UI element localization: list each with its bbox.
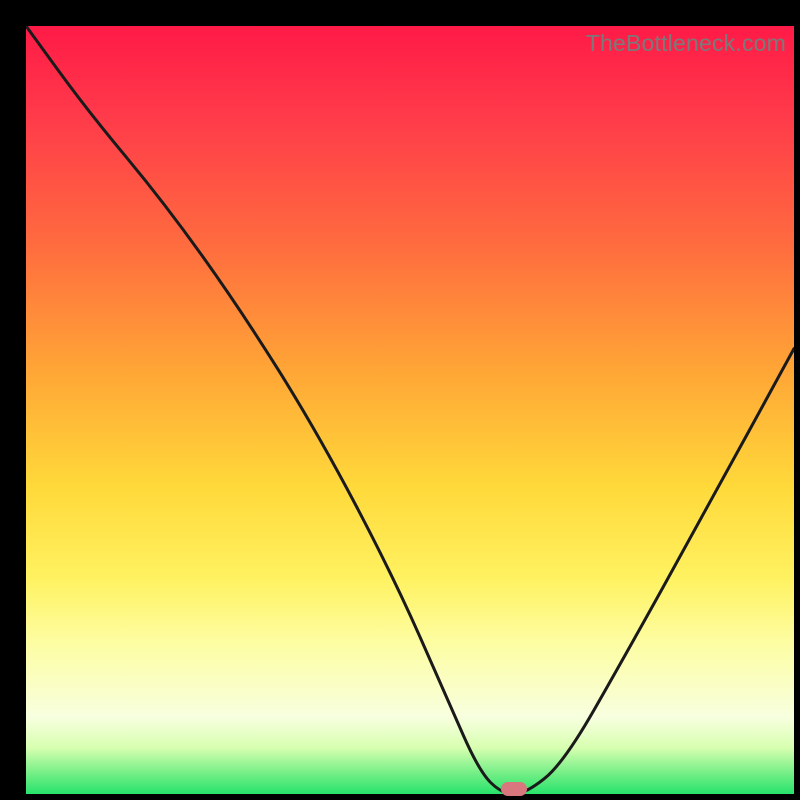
plot-area: TheBottleneck.com [26, 26, 794, 794]
chart-frame: TheBottleneck.com [0, 0, 800, 800]
bottleneck-curve [26, 26, 794, 794]
optimum-marker-icon [501, 782, 527, 796]
